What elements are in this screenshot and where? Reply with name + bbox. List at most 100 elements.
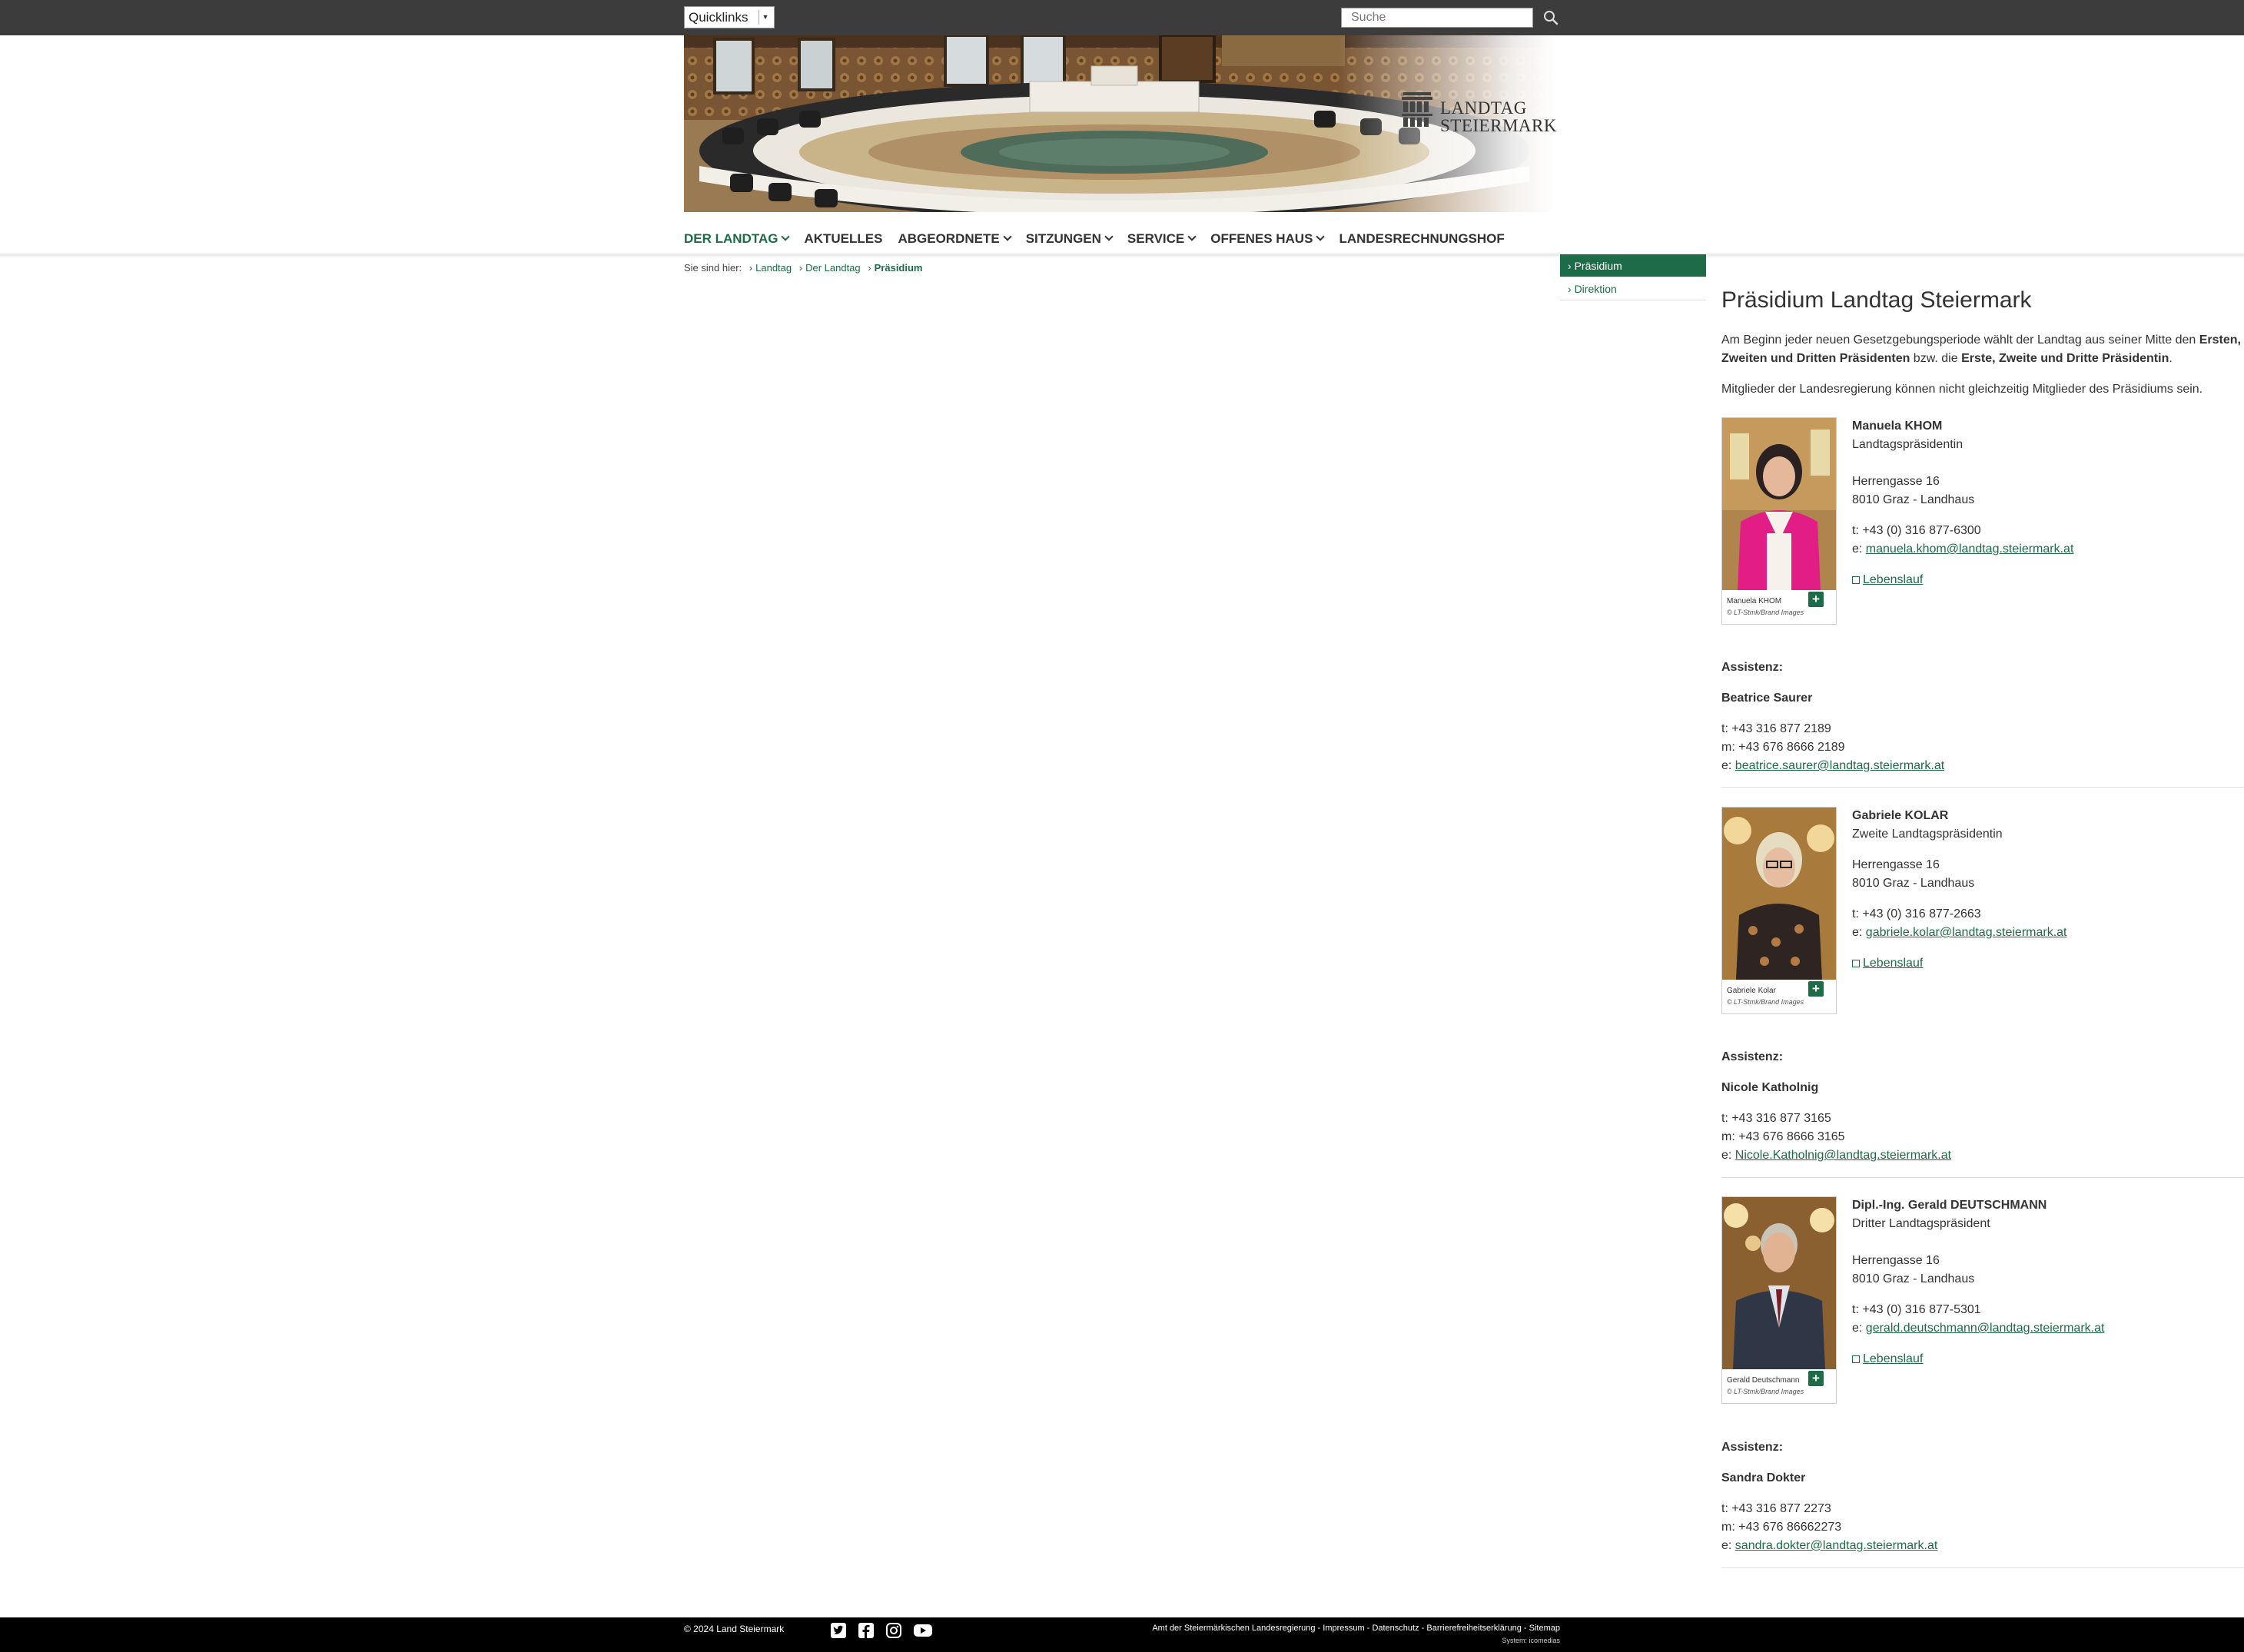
assist-name: Beatrice Saurer: [1721, 692, 1813, 705]
person-email-row: e: gabriele.kolar@landtag.steiermark.at: [1852, 924, 2067, 942]
twitter-icon[interactable]: [830, 1622, 847, 1639]
person-name: Dipl.-Ing. Gerald DEUTSCHMANN: [1852, 1199, 2047, 1212]
person-phone: t: +43 (0) 316 877-5301: [1852, 1303, 1981, 1316]
nav-offenes-haus[interactable]: OFFENES HAUS: [1210, 227, 1326, 255]
cv-link[interactable]: Lebenslauf: [1863, 1352, 1923, 1365]
assist-mobile: m: +43 676 8666 2189: [1721, 741, 1845, 754]
assist-label: Assistenz:: [1721, 1050, 1784, 1063]
nav-aktuelles[interactable]: AKTUELLES: [804, 227, 882, 255]
person-street: Herrengasse 16: [1852, 475, 1940, 488]
breadcrumb: Sie sind hier: › Landtag › Der Landtag › Pr…: [684, 262, 922, 274]
intro-line-1: Am Beginn jeder neuen Gesetzgebungsperio…: [1721, 331, 2241, 350]
intro-text: Am Beginn jeder neuen Gesetzgebungsperio…: [1721, 333, 2199, 347]
breadcrumb-prefix: Sie sind hier:: [684, 262, 742, 274]
chevron-right-icon: ›: [749, 262, 753, 274]
intro-bold: Zweiten und Dritten Präsidenten: [1721, 352, 1910, 365]
parliament-building-icon: [1402, 92, 1432, 127]
nav-label: ABGEORDNETE: [898, 231, 1000, 246]
assist-name: Sandra Dokter: [1721, 1471, 1806, 1484]
person-email-link[interactable]: manuela.khom@landtag.steiermark.at: [1866, 542, 2074, 556]
breadcrumb-current: Präsidium: [874, 262, 923, 274]
intro-line-2: Zweiten und Dritten Präsidenten bzw. die…: [1721, 350, 2173, 368]
person-email-link[interactable]: gabriele.kolar@landtag.steiermark.at: [1866, 926, 2067, 939]
person-info: Gabriele KOLAR Zweite Landtagspräsidenti…: [1852, 807, 2067, 973]
assist-phone: t: +43 316 877 2273: [1721, 1502, 1831, 1515]
nav-abgeordnete[interactable]: ABGEORDNETE: [898, 227, 1012, 255]
nav-label: SITZUNGEN: [1025, 231, 1101, 246]
chevron-down-icon: [1003, 232, 1012, 241]
assist-email-link[interactable]: Nicole.Katholnig@landtag.steiermark.at: [1735, 1149, 1951, 1162]
zoom-plus-icon[interactable]: +: [1808, 1371, 1824, 1386]
assistant-block: Assistenz: Nicole Katholnig t: +43 316 8…: [1721, 1048, 1951, 1165]
person-photo[interactable]: Gerald Deutschmann © LT-Stmk/Brand Image…: [1721, 1196, 1837, 1404]
breadcrumb-der-landtag[interactable]: Der Landtag: [805, 262, 861, 274]
photo-caption: Gerald Deutschmann: [1727, 1376, 1800, 1385]
nav-label: LANDESRECHNUNGSHOF: [1339, 231, 1505, 246]
youtube-icon[interactable]: [913, 1622, 933, 1639]
person-info: Manuela KHOM Landtagspräsidentin Herreng…: [1852, 417, 2073, 589]
nav-label: OFFENES HAUS: [1210, 231, 1313, 246]
zoom-plus-icon[interactable]: +: [1808, 981, 1824, 997]
person-email-row: e: manuela.khom@landtag.steiermark.at: [1852, 540, 2073, 559]
person-street: Herrengasse 16: [1852, 858, 1940, 871]
footer-links[interactable]: Amt der Steiermärkischen Landesregierung…: [1152, 1624, 1560, 1633]
nav-service[interactable]: SERVICE: [1127, 227, 1197, 255]
intro-text: .: [2169, 352, 2173, 365]
page-title: Präsidium Landtag Steiermark: [1721, 287, 2032, 313]
person-photo[interactable]: Manuela KHOM © LT-Stmk/Brand Images +: [1721, 417, 1837, 625]
assist-email-link[interactable]: sandra.dokter@landtag.steiermark.at: [1735, 1539, 1937, 1552]
person-email-link[interactable]: gerald.deutschmann@landtag.steiermark.at: [1866, 1322, 2105, 1335]
assist-email-row: e: Nicole.Katholnig@landtag.steiermark.a…: [1721, 1146, 1951, 1165]
footer-system-credit: System: icomedias: [1502, 1637, 1560, 1644]
nav-der-landtag[interactable]: DER LANDTAG: [684, 227, 791, 257]
assistant-block: Assistenz: Beatrice Saurer t: +43 316 87…: [1721, 658, 1944, 775]
cv-row: Lebenslauf: [1852, 1350, 2104, 1368]
subnav-label: Direktion: [1574, 283, 1617, 295]
person-email-row: e: gerald.deutschmann@landtag.steiermark…: [1852, 1319, 2104, 1338]
external-link-icon: [1852, 1355, 1860, 1363]
nav-landesrechnungshof[interactable]: LANDESRECHNUNGSHOF: [1339, 227, 1504, 255]
email-prefix: e:: [1852, 926, 1866, 939]
portrait-image: [1722, 1197, 1836, 1369]
breadcrumb-landtag[interactable]: Landtag: [755, 262, 792, 274]
person-phone: t: +43 (0) 316 877-6300: [1852, 524, 1981, 537]
email-prefix: e:: [1721, 1149, 1735, 1162]
divider: [1721, 1177, 2244, 1178]
chevron-down-icon: [1187, 232, 1197, 241]
nav-label: AKTUELLES: [804, 231, 883, 246]
assist-phone: t: +43 316 877 3165: [1721, 1112, 1831, 1125]
assist-label: Assistenz:: [1721, 661, 1784, 674]
person-role: Dritter Landtagspräsident: [1852, 1217, 1990, 1230]
landtag-logo[interactable]: LANDTAG STEIERMARK: [1400, 91, 1556, 137]
nav-label: DER LANDTAG: [684, 231, 778, 246]
instagram-icon[interactable]: [885, 1622, 902, 1639]
cv-link[interactable]: Lebenslauf: [1863, 573, 1923, 586]
person-photo[interactable]: Gabriele Kolar © LT-Stmk/Brand Images +: [1721, 807, 1837, 1014]
quicklinks-select[interactable]: Quicklinks ▼: [684, 6, 775, 28]
person-city: 8010 Graz - Landhaus: [1852, 1272, 1975, 1285]
footer-copyright: © 2024 Land Steiermark: [684, 1624, 785, 1634]
photo-copyright: © LT-Stmk/Brand Images: [1727, 1388, 1804, 1395]
facebook-icon[interactable]: [858, 1622, 875, 1639]
chevron-down-icon: [1104, 232, 1114, 241]
portrait-image: [1722, 418, 1836, 590]
external-link-icon: [1852, 960, 1860, 967]
person-info: Dipl.-Ing. Gerald DEUTSCHMANN Dritter La…: [1852, 1196, 2104, 1368]
cv-link[interactable]: Lebenslauf: [1863, 957, 1923, 970]
search-icon[interactable]: [1542, 8, 1560, 27]
assist-email-link[interactable]: beatrice.saurer@landtag.steiermark.at: [1735, 759, 1944, 772]
photo-copyright: © LT-Stmk/Brand Images: [1727, 998, 1804, 1006]
subnav-item-direktion[interactable]: › Direktion: [1560, 277, 1706, 300]
chevron-right-icon: ›: [868, 262, 871, 274]
sub-navigation: › Präsidium › Direktion: [1560, 254, 1706, 300]
zoom-plus-icon[interactable]: +: [1808, 592, 1824, 607]
chevron-right-icon: ›: [798, 262, 803, 274]
intro-bold: Erste, Zweite und Dritte Präsidentin: [1961, 352, 2169, 365]
assist-mobile: m: +43 676 8666 3165: [1721, 1130, 1845, 1143]
chevron-down-icon: [781, 232, 791, 241]
external-link-icon: [1852, 576, 1860, 584]
nav-sitzungen[interactable]: SITZUNGEN: [1025, 227, 1114, 255]
search-input[interactable]: Suche: [1341, 8, 1533, 28]
person-name: Gabriele KOLAR: [1852, 809, 1949, 822]
subnav-item-praesidium[interactable]: › Präsidium: [1560, 254, 1706, 277]
